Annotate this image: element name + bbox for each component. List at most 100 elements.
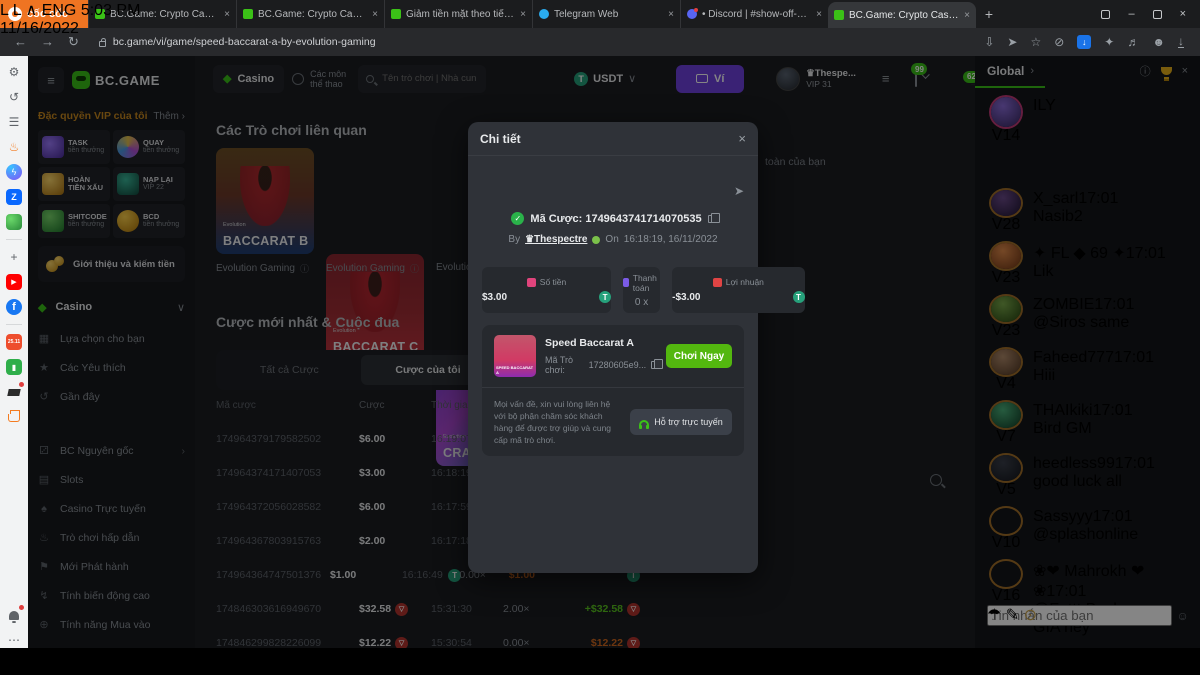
feed-icon[interactable]: ☰ [6,114,22,130]
payout-card-icon [623,278,629,287]
tab-title: Giảm tiền mặt theo tiến hóa [406,9,515,20]
telegram-favicon [539,9,549,19]
modal-game-name: Speed Baccarat A [545,337,657,349]
game-info-box: SPEED BACCARAT A Speed Baccarat A Mã Trò… [482,325,744,387]
usdt-icon: T [793,291,805,303]
share-icon[interactable]: ➤ [1007,35,1017,49]
modal-close-icon[interactable]: × [738,131,746,146]
frog-emoji-icon [592,236,600,244]
tab-title: • Discord | #show-off-you [702,9,811,20]
play-now-button[interactable]: Chơi Ngay [666,344,732,368]
tab-search-icon[interactable] [1101,10,1110,19]
bcgame-favicon [391,9,401,19]
notifications-bell-icon[interactable] [6,607,22,623]
clock-time: 5:03 PM [81,2,141,19]
copy-icon[interactable] [651,361,657,369]
add-app-icon[interactable]: + [6,249,22,265]
cart-shape [8,414,20,422]
profile-icon[interactable]: ☻ [1152,35,1165,49]
battery-app-icon[interactable]: ▮ [6,359,22,375]
verified-shield-icon: ✓ [511,212,524,225]
stat-payout: Thanh toán 0 x [623,267,660,313]
game-round-id: 17280605e9... [589,360,647,370]
shopping-cart-icon[interactable] [6,409,22,425]
hot-news-icon[interactable]: ♨ [6,139,22,155]
profit-icon [713,278,722,287]
messenger-icon[interactable]: ϟ [6,164,22,180]
support-text: Mọi vấn đề, xin vui lòng liên hệ với bộ … [494,398,620,446]
bcgame-page: ≡ BC.GAME Đặc quyền VIP của tôi Thêm › T… [28,56,1200,648]
tab-close-icon[interactable]: × [520,9,526,20]
bcgame-favicon [243,9,253,19]
zalo-icon[interactable]: Z [6,189,22,205]
language-indicator[interactable]: ENG [42,2,77,19]
tab-close-icon[interactable]: × [668,9,674,20]
browser-url-bar: ← → ↻ bc.game/vi/game/speed-baccarat-a-b… [0,28,1200,56]
more-options-icon[interactable]: ⋯ [6,632,22,648]
media-icon[interactable]: ♬ [1127,35,1139,49]
windows-taskbar: L L ∧ ENG 5:03 PM 11/16/2022 [0,0,140,38]
bcgame-favicon [834,10,844,20]
bet-code: Mã Cược: 1749643741714070535 [530,213,701,225]
league-of-legends-icon[interactable]: L [0,2,8,19]
clock-date: 11/16/2022 [0,20,79,37]
address-field[interactable]: bc.game/vi/game/speed-baccarat-a-by-evol… [89,32,974,52]
lol-shape: L [13,2,21,19]
new-tab-button[interactable]: + [976,0,1002,28]
on-label: On [605,234,618,245]
bettor-username-link[interactable]: ♛Thespectre [525,234,587,245]
browser-tab-4[interactable]: Telegram Web × [532,0,680,28]
discord-favicon [687,9,697,19]
education-icon[interactable] [6,384,22,400]
bookmark-star-icon[interactable]: ☆ [1030,35,1041,49]
save-page-icon[interactable]: ⇩ [984,35,994,49]
extensions-icon[interactable]: ✦ [1104,35,1114,49]
tab-close-icon[interactable]: × [964,10,970,21]
graduation-cap-shape [7,389,20,396]
live-support-button[interactable]: Hỗ trợ trực tuyến [630,409,732,435]
copy-icon[interactable] [708,215,715,223]
bell-shape [9,611,19,620]
page-url: bc.game/vi/game/speed-baccarat-a-by-evol… [113,36,376,48]
headset-icon [639,420,649,427]
usdt-icon: T [599,291,611,303]
history-icon[interactable]: ↺ [6,89,22,105]
divider [6,239,22,240]
share-icon[interactable]: ➤ [734,184,744,198]
shopee-sale-icon[interactable]: 25.11 [6,334,22,350]
game-thumbnail[interactable]: SPEED BACCARAT A [494,335,536,377]
tab-title: Telegram Web [554,9,663,20]
bet-datetime: 16:18:19, 16/11/2022 [624,234,718,245]
gamepad-icon[interactable] [6,214,22,230]
window-close-button[interactable]: × [1180,8,1186,20]
maximize-button[interactable] [1153,10,1162,19]
stat-profit: Lợi nhuận -$3.00T [672,267,804,313]
tab-close-icon[interactable]: × [224,9,230,20]
lol-shape: L [0,2,8,19]
lock-icon [99,41,106,47]
adblock-shield-icon[interactable]: ⊘ [1054,35,1064,49]
tab-close-icon[interactable]: × [372,9,378,20]
tray-expand-icon[interactable]: ∧ [26,2,38,19]
browser-sidebar: ⚙ ↺ ☰ ♨ ϟ Z + ▶ f 25.11 ▮ ⋯ [0,56,28,648]
facebook-icon[interactable]: f [6,299,22,315]
stat-amount: Số tiền $3.00T [482,267,611,313]
minimize-button[interactable]: – [1128,8,1134,20]
browser-tab-5[interactable]: • Discord | #show-off-you × [680,0,828,28]
youtube-icon[interactable]: ▶ [6,274,22,290]
download-active-icon[interactable]: ↓ [1077,35,1091,49]
by-label: By [508,234,520,245]
downloads-tray-icon[interactable]: ↓ [1178,36,1184,48]
tab-title: BC.Game: Crypto Casino Gam [258,9,367,20]
bet-details-modal: Chi tiết × ➤ ✓ Mã Cược: 1749643741714070… [468,122,758,573]
league-of-legends-icon-2[interactable]: L [13,2,21,19]
thumb-caption: SPEED BACCARAT A [496,365,536,375]
tab-close-icon[interactable]: × [816,9,822,20]
settings-icon[interactable]: ⚙ [6,64,22,80]
browser-tab-3[interactable]: Giảm tiền mặt theo tiến hóa × [384,0,532,28]
browser-tab-active[interactable]: BC.Game: Crypto Casino Gam× [828,2,976,28]
browser-tab-2[interactable]: BC.Game: Crypto Casino Gam × [236,0,384,28]
money-icon [527,278,536,287]
support-box: Mọi vấn đề, xin vui lòng liên hệ với bộ … [482,387,744,456]
modal-title: Chi tiết [480,132,521,146]
